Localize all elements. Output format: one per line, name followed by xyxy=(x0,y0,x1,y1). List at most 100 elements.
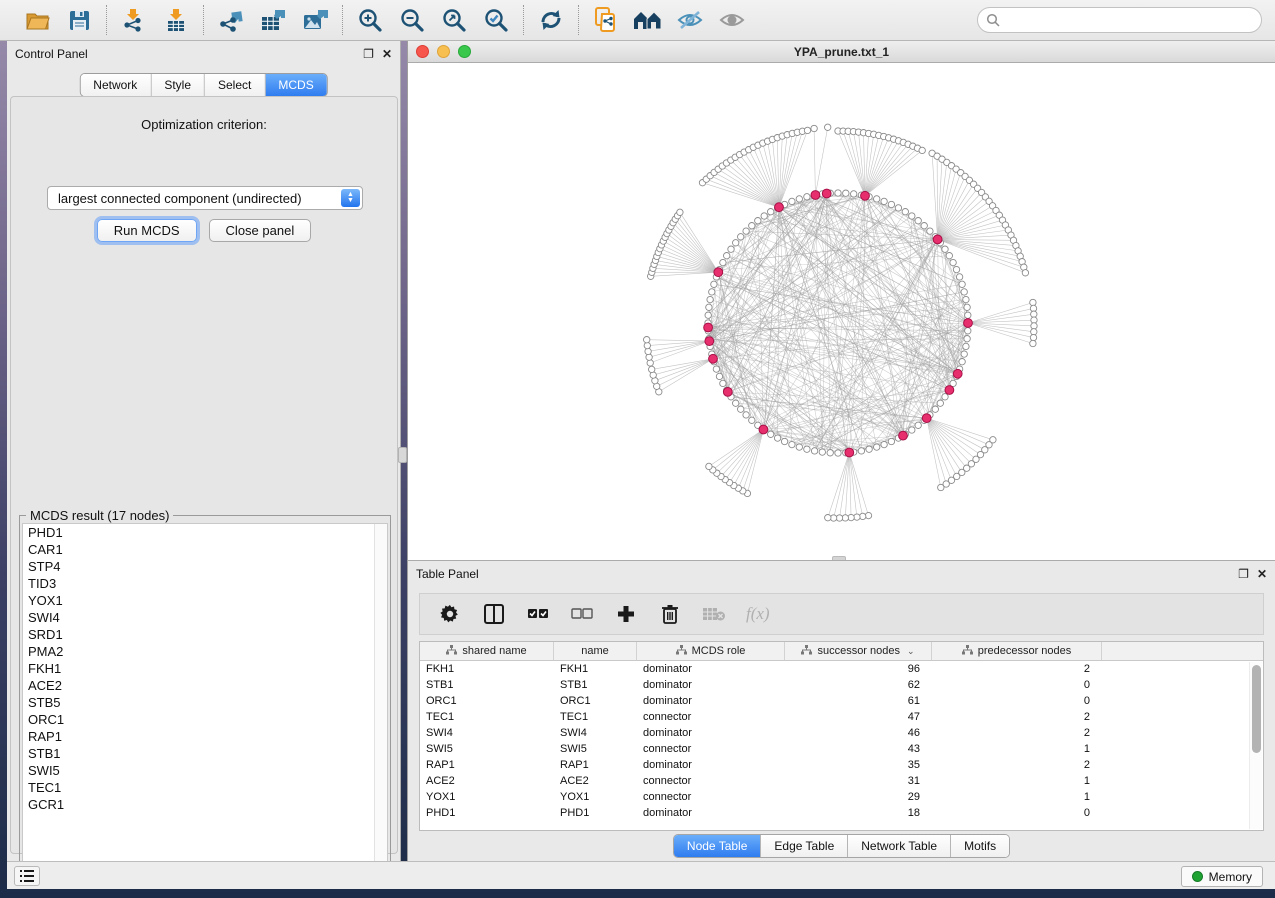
apply-preferred-layout-icon[interactable] xyxy=(534,5,568,35)
result-list-item[interactable]: GCR1 xyxy=(23,796,387,813)
optimization-criterion-label: Optimization criterion: xyxy=(11,117,397,132)
deselect-all-rows-icon[interactable] xyxy=(570,602,594,626)
result-list-item[interactable]: STP4 xyxy=(23,558,387,575)
window-maximize-icon[interactable] xyxy=(458,45,471,58)
cell-MCDS-role: connector xyxy=(637,743,785,755)
table-row[interactable]: RAP1RAP1dominator352 xyxy=(420,757,1263,773)
result-list-item[interactable]: TID3 xyxy=(23,575,387,592)
result-list-item[interactable]: YOX1 xyxy=(23,592,387,609)
cell-predecessor-nodes: 0 xyxy=(932,679,1102,691)
tab-network-table[interactable]: Network Table xyxy=(848,835,951,857)
table-row[interactable]: YOX1YOX1connector291 xyxy=(420,789,1263,805)
table-row[interactable]: SWI5SWI5connector431 xyxy=(420,741,1263,757)
mcds-result-list[interactable]: PHD1CAR1STP4TID3YOX1SWI4SRD1PMA2FKH1ACE2… xyxy=(22,523,388,882)
tab-mcds[interactable]: MCDS xyxy=(265,74,326,96)
run-mcds-button[interactable]: Run MCDS xyxy=(97,219,197,242)
cell-successor-nodes: 47 xyxy=(785,711,932,723)
shared-column-icon xyxy=(962,645,973,658)
import-network-from-file-icon[interactable] xyxy=(117,5,151,35)
zoom-in-icon[interactable] xyxy=(353,5,387,35)
result-list-item[interactable]: FKH1 xyxy=(23,660,387,677)
zoom-fit-content-icon[interactable] xyxy=(437,5,471,35)
tab-style[interactable]: Style xyxy=(151,74,205,96)
window-minimize-icon[interactable] xyxy=(437,45,450,58)
float-panel-icon[interactable]: ❐ xyxy=(363,48,374,60)
vertical-splitter-handle[interactable] xyxy=(398,447,407,463)
search-field[interactable] xyxy=(977,7,1262,33)
result-list-item[interactable]: TEC1 xyxy=(23,779,387,796)
tab-network[interactable]: Network xyxy=(80,74,151,96)
tab-select[interactable]: Select xyxy=(205,74,265,96)
open-session-icon[interactable] xyxy=(20,5,54,35)
result-list-item[interactable]: STB5 xyxy=(23,694,387,711)
hide-selected-icon[interactable] xyxy=(673,5,707,35)
result-list-item[interactable]: SWI4 xyxy=(23,609,387,626)
node-table[interactable]: shared namenameMCDS rolesuccessor nodes⌄… xyxy=(419,641,1264,831)
cell-successor-nodes: 29 xyxy=(785,791,932,803)
tab-edge-table[interactable]: Edge Table xyxy=(761,835,848,857)
network-graph[interactable] xyxy=(408,63,1275,560)
result-list-item[interactable]: SRD1 xyxy=(23,626,387,643)
column-header-shared-name[interactable]: shared name xyxy=(420,642,554,660)
result-list-scrollbar[interactable] xyxy=(374,524,387,881)
column-header-MCDS-role[interactable]: MCDS role xyxy=(637,642,785,660)
tab-motifs[interactable]: Motifs xyxy=(951,835,1009,857)
memory-status-icon xyxy=(1192,871,1203,882)
cell-name: ORC1 xyxy=(554,695,637,707)
result-list-item[interactable]: PHD1 xyxy=(23,524,387,541)
show-all-icon[interactable] xyxy=(715,5,749,35)
cell-predecessor-nodes: 2 xyxy=(932,663,1102,675)
close-panel-button[interactable]: Close panel xyxy=(209,219,312,242)
result-list-item[interactable]: PMA2 xyxy=(23,643,387,660)
window-close-icon[interactable] xyxy=(416,45,429,58)
table-toolbar: f(x) xyxy=(419,593,1264,635)
criterion-value: largest connected component (undirected) xyxy=(58,191,302,206)
close-panel-icon[interactable]: ✕ xyxy=(1257,568,1267,580)
save-session-icon[interactable] xyxy=(62,5,96,35)
table-row[interactable]: ORC1ORC1dominator610 xyxy=(420,693,1263,709)
column-header-predecessor-nodes[interactable]: predecessor nodes xyxy=(932,642,1102,660)
result-list-item[interactable]: SWI5 xyxy=(23,762,387,779)
result-list-item[interactable]: ACE2 xyxy=(23,677,387,694)
column-header-name[interactable]: name xyxy=(554,642,637,660)
import-table-from-file-icon[interactable] xyxy=(159,5,193,35)
show-hide-columns-icon[interactable] xyxy=(482,602,506,626)
table-row[interactable]: SWI4SWI4dominator462 xyxy=(420,725,1263,741)
show-panels-button[interactable] xyxy=(14,866,40,886)
export-table-icon[interactable] xyxy=(256,5,290,35)
criterion-dropdown[interactable]: largest connected component (undirected)… xyxy=(47,186,363,210)
result-list-item[interactable]: CAR1 xyxy=(23,541,387,558)
float-panel-icon[interactable]: ❐ xyxy=(1238,568,1249,580)
zoom-selected-region-icon[interactable] xyxy=(479,5,513,35)
memory-button[interactable]: Memory xyxy=(1181,866,1263,887)
first-neighbors-icon[interactable] xyxy=(631,5,665,35)
export-image-icon[interactable] xyxy=(298,5,332,35)
mcds-tab-content: Optimization criterion: largest connecte… xyxy=(10,96,398,854)
table-settings-icon[interactable] xyxy=(438,602,462,626)
table-row[interactable]: PHD1PHD1dominator180 xyxy=(420,805,1263,821)
table-row[interactable]: FKH1FKH1dominator962 xyxy=(420,661,1263,677)
cell-shared-name: FKH1 xyxy=(420,663,554,675)
export-network-icon[interactable] xyxy=(214,5,248,35)
cell-shared-name: SWI4 xyxy=(420,727,554,739)
zoom-out-icon[interactable] xyxy=(395,5,429,35)
delete-columns-icon[interactable] xyxy=(658,602,682,626)
result-list-item[interactable]: ORC1 xyxy=(23,711,387,728)
column-header-successor-nodes[interactable]: successor nodes⌄ xyxy=(785,642,932,660)
add-column-icon[interactable] xyxy=(614,602,638,626)
result-list-item[interactable]: STB1 xyxy=(23,745,387,762)
tab-node-table[interactable]: Node Table xyxy=(674,835,762,857)
select-all-rows-icon[interactable] xyxy=(526,602,550,626)
search-input[interactable] xyxy=(1000,13,1253,27)
new-network-from-selection-icon[interactable] xyxy=(589,5,623,35)
cell-successor-nodes: 43 xyxy=(785,743,932,755)
close-panel-icon[interactable]: ✕ xyxy=(382,48,392,60)
network-window-title: YPA_prune.txt_1 xyxy=(408,45,1275,59)
table-row[interactable]: STB1STB1dominator620 xyxy=(420,677,1263,693)
table-scrollbar[interactable] xyxy=(1249,662,1262,829)
table-row[interactable]: TEC1TEC1connector472 xyxy=(420,709,1263,725)
network-canvas[interactable] xyxy=(408,63,1275,560)
table-row[interactable]: ACE2ACE2connector311 xyxy=(420,773,1263,789)
table-scrollbar-thumb[interactable] xyxy=(1252,665,1261,753)
result-list-item[interactable]: RAP1 xyxy=(23,728,387,745)
